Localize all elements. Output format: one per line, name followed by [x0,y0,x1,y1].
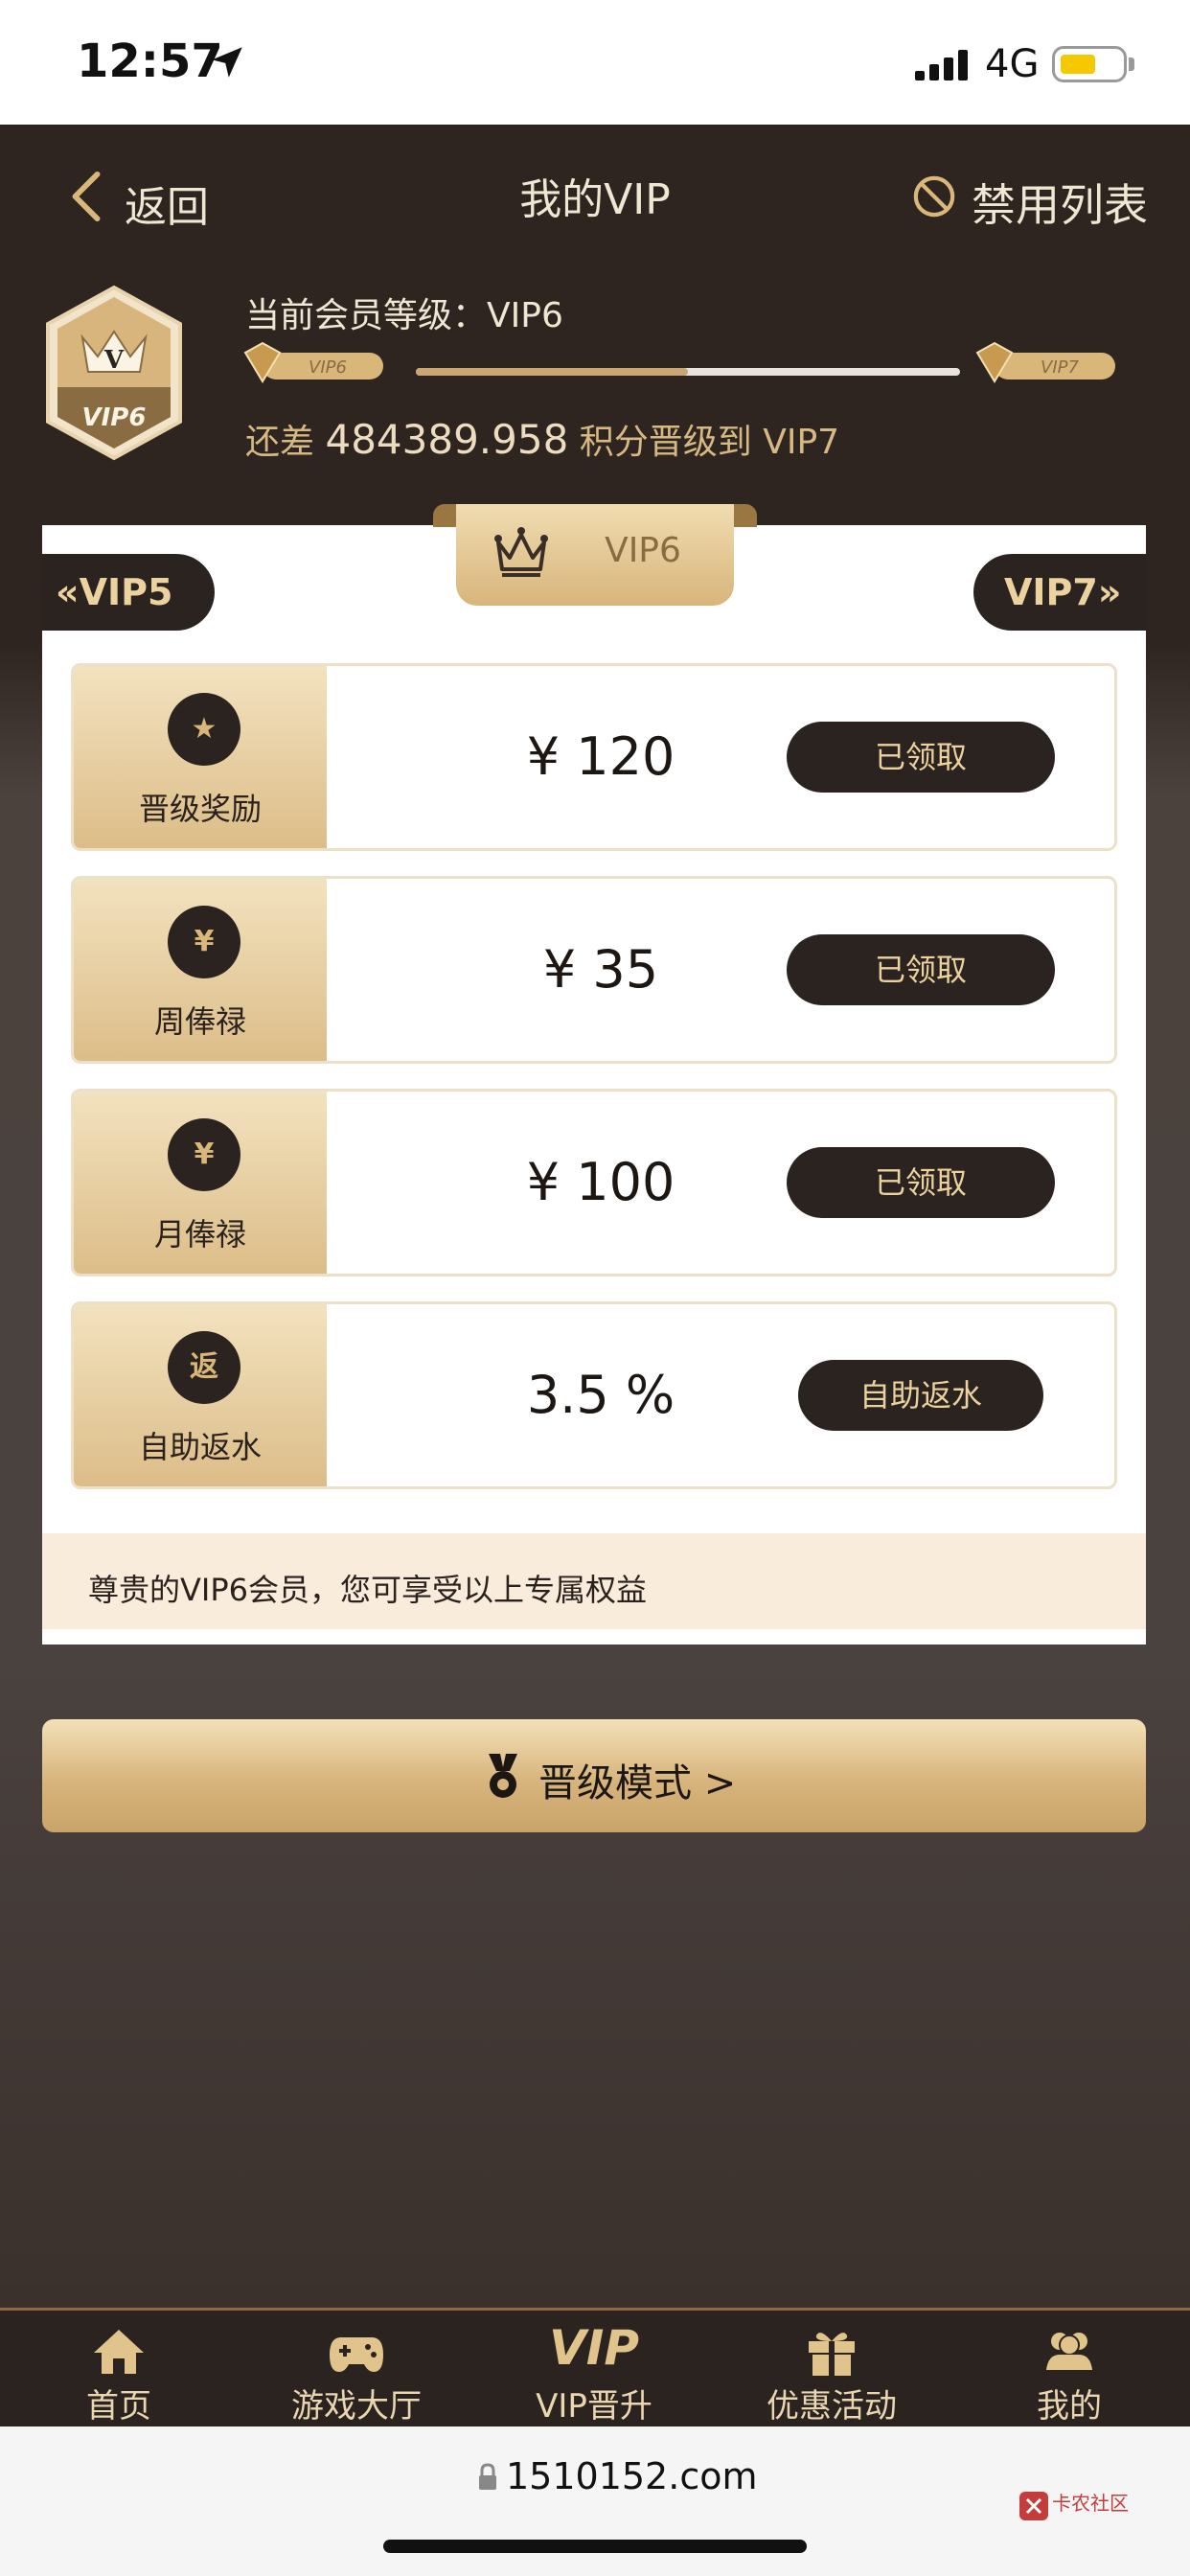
points-remaining-text: 还差 484389.958 积分晋级到 VIP7 [245,414,839,464]
badge-level: VIP6 [82,403,147,432]
current-level-text: 当前会员等级：VIP6 [245,296,563,335]
gamepad-icon [330,2337,383,2372]
home-icon [94,2330,144,2374]
tab-mine[interactable]: 我的 [950,2318,1188,2426]
tab-game-hall[interactable]: 游戏大厅 [238,2318,475,2426]
next-level-tab[interactable]: VIP7» [973,554,1146,631]
benefits-note-text: 尊贵的VIP6会员，您可享受以上专属权益 [88,1572,647,1608]
benefit-value: ¥ 35 [542,939,659,1000]
benefit-value: ¥ 100 [526,1152,675,1212]
benefit-label: 周俸禄 [153,1003,246,1040]
claimed-button[interactable]: 已领取 [787,1147,1055,1218]
prev-level-tab[interactable]: «VIP5 [42,554,215,631]
double-chevron-right-icon: » [1097,571,1122,613]
tab-label: 我的 [1037,2387,1102,2426]
tab-label: VIP晋升 [536,2387,652,2426]
status-time: 12:57 [77,34,223,88]
status-bar: 12:57 4G [0,0,1190,125]
remain-points: 484389.958 [325,416,569,463]
upgrade-mode-label: 晋级模式 > [538,1761,737,1806]
gift-icon [809,2333,855,2376]
tab-fold-right [734,504,757,527]
money-bag-icon: ¥ [168,1118,240,1191]
bottom-tab-bar: 首页 游戏大厅 VIP VIP晋升 优惠活动 我的 [0,2308,1190,2426]
crown-icon [494,527,548,577]
browser-address-bar: 1510152.com 卡农社区 [0,2426,1190,2576]
benefit-row-weekly-salary: ¥ 周俸禄 ¥ 35 已领取 [71,876,1117,1064]
upgrade-mode-button[interactable]: 晋级模式 > [42,1719,1146,1832]
medal-icon [489,1754,517,1798]
benefit-label: 晋级奖励 [138,791,262,827]
current-level-label: VIP6 [605,531,681,570]
benefit-label-panel: ¥ 月俸禄 [74,1092,327,1274]
battery-tip [1129,58,1134,71]
benefit-value: ¥ 120 [526,726,675,787]
signal-icon [915,50,968,80]
battery-icon [1052,46,1127,82]
benefit-label-panel: ★ 晋级奖励 [74,666,327,848]
claimed-button[interactable]: 已领取 [787,722,1055,793]
badge-letter: V [103,346,125,375]
coins-icon: ¥ [168,906,240,978]
network-type: 4G [985,42,1040,86]
level-gem-from: VIP6 [243,341,383,383]
vip-level-badge: V VIP6 [46,285,182,461]
tab-label: 优惠活动 [767,2387,897,2426]
location-arrow-icon [212,47,242,78]
home-indicator[interactable] [383,2540,807,2553]
users-icon [1046,2333,1092,2370]
rebate-icon: 返 [168,1331,240,1404]
ban-icon[interactable] [912,174,956,218]
benefit-label-panel: 返 自助返水 [74,1304,327,1486]
self-rebate-button[interactable]: 自助返水 [798,1360,1043,1431]
benefit-row-self-rebate: 返 自助返水 3.5 % 自助返水 [71,1301,1117,1489]
svg-text:VIP6: VIP6 [309,357,347,378]
level-progress-bar [416,368,960,376]
benefit-label: 月俸禄 [153,1216,246,1253]
vip-icon: VIP [549,2320,639,2376]
benefits-note: 尊贵的VIP6会员，您可享受以上专属权益 [42,1533,1146,1629]
watermark-text: 卡农社区 [1052,2492,1129,2515]
ban-list-button[interactable]: 禁用列表 [972,171,1148,234]
tab-label: 首页 [86,2387,151,2426]
level-progress-fill [416,368,688,376]
benefit-value: 3.5 % [526,1365,675,1425]
tab-promotions[interactable]: 优惠活动 [713,2318,950,2426]
claimed-button[interactable]: 已领取 [787,934,1055,1005]
svg-text:VIP7: VIP7 [1041,357,1079,378]
battery-level [1061,55,1095,74]
benefit-row-monthly-salary: ¥ 月俸禄 ¥ 100 已领取 [71,1089,1117,1276]
ribbon-icon: ★ [168,693,240,766]
watermark-logo-icon [1019,2492,1048,2520]
lock-icon [479,2463,496,2490]
level-gem-to: VIP7 [975,341,1115,383]
double-chevron-left-icon: « [56,571,80,613]
benefit-row-upgrade-reward: ★ 晋级奖励 ¥ 120 已领取 [71,663,1117,851]
remain-prefix: 还差 [245,423,315,462]
benefit-label-panel: ¥ 周俸禄 [74,879,327,1061]
remain-suffix: 积分晋级到 VIP7 [579,423,840,462]
current-level-tab: VIP6 [456,504,734,606]
tab-vip-upgrade[interactable]: VIP VIP晋升 [475,2318,713,2426]
tab-fold-left [433,504,456,527]
benefit-label: 自助返水 [138,1429,262,1465]
tab-label: 游戏大厅 [291,2387,422,2426]
url-text[interactable]: 1510152.com [506,2455,757,2497]
tab-home[interactable]: 首页 [0,2318,238,2426]
